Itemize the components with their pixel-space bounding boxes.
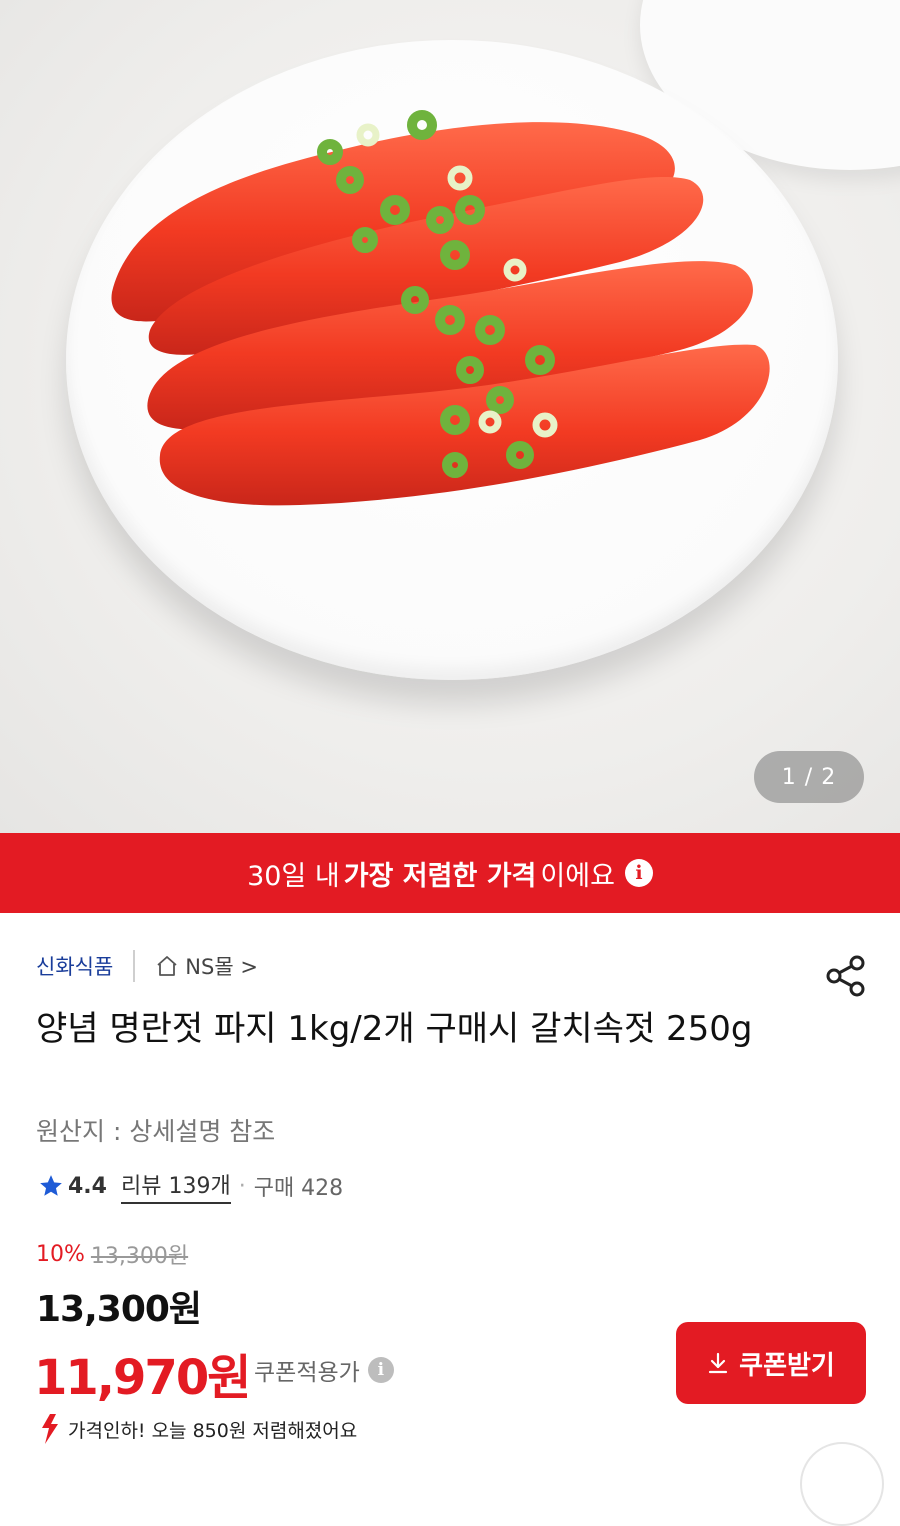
info-icon[interactable]: i	[624, 859, 653, 887]
mall-link[interactable]: NS몰 >	[155, 951, 258, 981]
price-drop-text: 가격인하! 오늘 850원 저렴해졌어요	[68, 1419, 358, 1442]
coupon-button-label: 쿠폰받기	[739, 1350, 835, 1381]
mall-label: NS몰 >	[185, 955, 258, 979]
brand-row: 신화식품 NS몰 >	[36, 950, 258, 982]
sale-price: 13,300원	[36, 1289, 202, 1330]
original-price: 13,300원	[90, 1244, 189, 1269]
banner-text-post: 이에요	[540, 860, 615, 892]
info-icon[interactable]: i	[367, 1357, 394, 1383]
purchase-count: 구매 428	[253, 1176, 344, 1201]
product-image[interactable]: 1 / 2	[0, 0, 900, 833]
star-icon	[40, 1175, 62, 1196]
download-icon	[709, 1352, 728, 1374]
product-title: 양념 명란젓 파지 1kg/2개 구매시 갈치속젓 250g	[36, 1009, 753, 1049]
origin-text: 원산지 : 상세설명 참조	[36, 1117, 276, 1146]
home-icon	[157, 956, 177, 976]
review-link[interactable]: 리뷰 139개	[120, 1168, 231, 1204]
coupon-price-label: 쿠폰적용가 i	[254, 1353, 394, 1387]
price-down-arrow-icon	[42, 1414, 58, 1444]
lowest-price-banner[interactable]: 30일 내 가장 저렴한 가격 이에요 i	[0, 833, 900, 913]
price-drop-notice: 가격인하! 오늘 850원 저렴해졌어요	[36, 1412, 357, 1446]
image-pager: 1 / 2	[754, 751, 864, 803]
separator-dot: ·	[238, 1173, 246, 1199]
banner-text-pre: 30일 내	[247, 860, 340, 892]
rating-score: 4.4	[68, 1173, 107, 1199]
discount-percent: 10%	[36, 1241, 85, 1267]
pollock-roe-illustration	[111, 110, 770, 506]
coupon-label-text: 쿠폰적용가	[254, 1360, 360, 1386]
discount-row: 10% 13,300원	[36, 1238, 188, 1270]
banner-text-bold: 가장 저렴한 가격	[343, 860, 537, 892]
floating-action-button[interactable]	[800, 1442, 884, 1526]
divider	[133, 950, 136, 982]
share-icon[interactable]	[824, 954, 868, 998]
get-coupon-button[interactable]: 쿠폰받기	[676, 1322, 866, 1404]
brand-link[interactable]: 신화식품	[36, 951, 113, 981]
rating-row: 4.4 리뷰 139개 · 구매 428	[38, 1168, 343, 1204]
coupon-price: 11,970원	[34, 1350, 251, 1406]
